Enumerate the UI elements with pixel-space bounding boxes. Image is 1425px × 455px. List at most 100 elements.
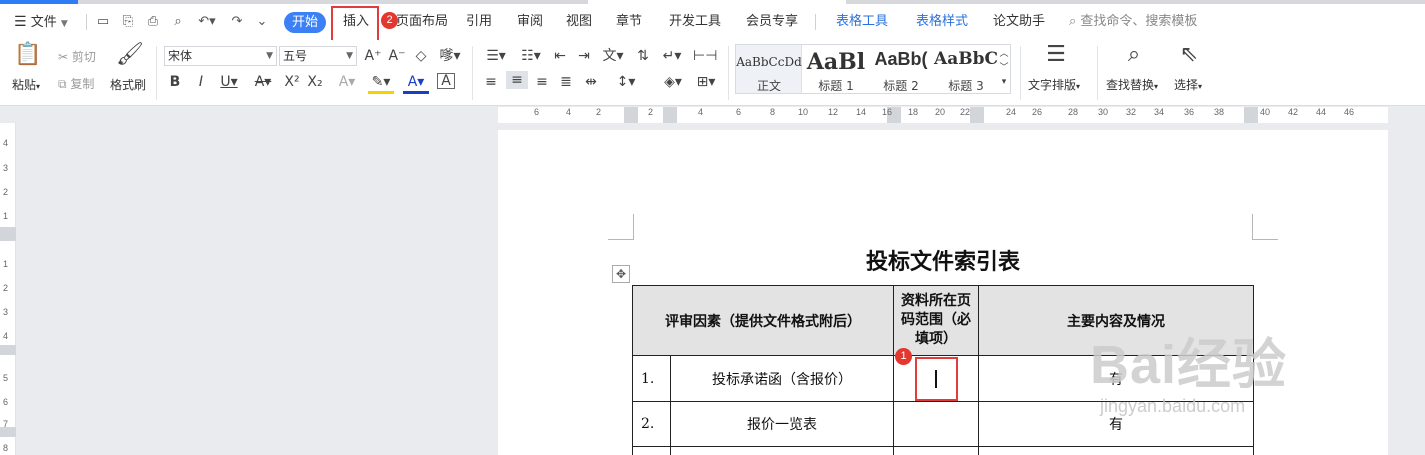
row-item[interactable] [670, 446, 894, 455]
tab-references[interactable]: 引用 [466, 4, 492, 40]
row-pages[interactable] [893, 401, 979, 447]
format-painter-icon[interactable]: 🖌 [116, 42, 144, 68]
superscript-icon[interactable]: X² [283, 73, 301, 91]
show-marks-icon[interactable]: ↵▾ [659, 47, 685, 65]
char-border-icon[interactable]: A [437, 73, 455, 89]
tab-member[interactable]: 会员专享 [746, 4, 798, 40]
paste-icon[interactable]: 📋 [14, 42, 42, 68]
table-header-cell[interactable]: 资料所在页码范围（必填项） [893, 285, 979, 356]
output-icon[interactable]: ⎘ [121, 15, 135, 29]
font-size-select[interactable]: 五号 ▼ [279, 46, 357, 66]
bullet-list-icon[interactable]: ☰▾ [482, 47, 510, 65]
ribbon-toolbar: 📋 粘贴▾ ✂ 剪切 ⧉ 复制 🖌 格式刷 宋体 ▼ 五号 ▼ A⁺ A⁻ ◇ … [0, 40, 1425, 106]
distributed-align-icon[interactable]: ⇹ [582, 73, 600, 91]
ruler-tick: 2 [3, 187, 9, 197]
ruler-tick: 34 [1154, 107, 1165, 117]
save-icon[interactable]: ▭ [96, 15, 110, 29]
tab-start[interactable]: 开始 [284, 12, 326, 33]
style-heading-2[interactable]: AaBb( 标题 2 [868, 45, 934, 93]
tab-page-layout[interactable]: 页面布局 [396, 4, 448, 40]
print-icon[interactable]: ⎙ [146, 15, 160, 29]
cursor-select-icon[interactable]: ⇖ [1176, 42, 1202, 68]
row-item[interactable]: 投标承诺函（含报价） [670, 355, 894, 402]
tab-section[interactable]: 章节 [616, 4, 642, 40]
style-heading-1[interactable]: AaBl 标题 1 [803, 45, 869, 93]
horizontal-ruler[interactable]: 6 4 2 2 4 6 8 10 12 14 16 18 20 22 24 26… [498, 107, 1388, 123]
row-number[interactable]: 1. [632, 355, 671, 402]
format-painter-button[interactable]: 格式刷 [110, 76, 146, 93]
table-header-cell[interactable]: 主要内容及情况 [978, 285, 1254, 356]
decrease-indent-icon[interactable]: ⇤ [551, 47, 569, 65]
find-replace-button[interactable]: 查找替换▾ [1106, 76, 1158, 93]
tab-review[interactable]: 审阅 [517, 4, 543, 40]
chinese-layout-icon[interactable]: 文▾ [600, 47, 626, 65]
font-name-select[interactable]: 宋体 ▼ [164, 46, 277, 66]
font-size-value: 五号 [283, 49, 308, 63]
row-number[interactable]: 2. [632, 401, 671, 447]
underline-icon[interactable]: U▾ [216, 73, 242, 91]
align-left-icon[interactable]: ≡ [482, 73, 500, 91]
increase-indent-icon[interactable]: ⇥ [575, 47, 593, 65]
italic-icon[interactable]: I [192, 73, 210, 91]
shading-icon[interactable]: ◈▾ [659, 73, 687, 91]
tab-table-style[interactable]: 表格样式 [916, 4, 968, 40]
align-center-icon[interactable]: ≡ [506, 71, 528, 89]
row-item[interactable]: 报价一览表 [670, 401, 894, 447]
numbered-list-icon[interactable]: ☷▾ [517, 47, 545, 65]
bold-icon[interactable]: B [166, 73, 184, 91]
style-heading-3[interactable]: AaBbC 标题 3 [933, 45, 999, 93]
line-spacing-icon[interactable]: ↕▾ [612, 73, 640, 91]
table-header-cell[interactable]: 评审因素（提供文件格式附后） [632, 285, 894, 356]
vertical-ruler[interactable]: 4 3 2 1 1 2 3 4 5 6 7 8 [0, 123, 16, 455]
tab-stops-icon[interactable]: ⊢⊣ [693, 47, 717, 65]
find-replace-label: 查找替换 [1106, 78, 1155, 92]
ruler-tick: 2 [596, 107, 602, 117]
style-normal[interactable]: AaBbCcDd 正文 [736, 45, 802, 93]
cut-label: 剪切 [71, 50, 96, 64]
copy-button[interactable]: ⧉ 复制 [58, 75, 94, 92]
sort-icon[interactable]: ⇅ [634, 47, 652, 65]
clear-format-icon[interactable]: ◇ [412, 47, 430, 65]
tab-developer[interactable]: 开发工具 [669, 4, 721, 40]
row-content[interactable]: 有 [978, 401, 1254, 447]
paste-button[interactable]: 粘贴▾ [12, 76, 40, 93]
row-number[interactable] [632, 446, 671, 455]
text-effect-icon[interactable]: A▾ [334, 73, 360, 91]
strikethrough-icon[interactable]: A▾ [250, 73, 276, 91]
shrink-font-icon[interactable]: A⁻ [388, 47, 406, 65]
undo-icon[interactable]: ↶▾ [196, 15, 218, 29]
highlight-color-icon[interactable]: ✎▾ [368, 73, 394, 94]
search-icon[interactable]: ⌕ [1120, 42, 1148, 68]
gallery-scroll-icon[interactable]: ︿ ﹀ ▾ [998, 47, 1010, 89]
text-layout-button[interactable]: 文字排版▾ [1028, 76, 1080, 93]
borders-icon[interactable]: ⊞▾ [693, 73, 719, 91]
tab-thesis-assistant[interactable]: 论文助手 [993, 4, 1045, 40]
ruler-tick: 42 [1288, 107, 1299, 117]
file-menu[interactable]: ☰ 文件 ▼ [14, 4, 68, 40]
redo-icon[interactable]: ↷ [230, 15, 244, 29]
table-move-handle-icon[interactable]: ✥ [612, 265, 630, 283]
row-content[interactable]: 有 [978, 355, 1254, 402]
font-color-icon[interactable]: A▾ [403, 73, 429, 94]
ruler-tick: 4 [566, 107, 572, 117]
row-content[interactable] [978, 446, 1254, 455]
ruler-tick: 46 [1344, 107, 1355, 117]
tab-table-tools[interactable]: 表格工具 [836, 4, 888, 40]
print-preview-icon[interactable]: ⌕ [171, 15, 185, 29]
justify-icon[interactable]: ≣ [557, 73, 575, 91]
phonetic-guide-icon[interactable]: 嗲▾ [436, 47, 464, 65]
ruler-tick: 14 [856, 107, 867, 117]
search-commands[interactable]: ⌕ 查找命令、搜索模板 [1069, 4, 1197, 40]
cut-button[interactable]: ✂ 剪切 [58, 48, 96, 65]
text-layout-icon[interactable]: ☰ [1042, 42, 1070, 68]
customize-chevron-icon[interactable]: ⌄ [255, 15, 269, 29]
style-label: 正文 [756, 79, 781, 93]
row-pages[interactable] [893, 446, 979, 455]
subscript-icon[interactable]: X₂ [306, 73, 324, 91]
document-page[interactable]: 投标文件索引表 ✥ 评审因素（提供文件格式附后） 资料所在页码范围（必填项） 主… [498, 130, 1388, 455]
tab-view[interactable]: 视图 [566, 4, 592, 40]
ruler-margin-marker [624, 107, 638, 123]
select-button[interactable]: 选择▾ [1174, 76, 1202, 93]
grow-font-icon[interactable]: A⁺ [364, 47, 382, 65]
align-right-icon[interactable]: ≡ [533, 73, 551, 91]
